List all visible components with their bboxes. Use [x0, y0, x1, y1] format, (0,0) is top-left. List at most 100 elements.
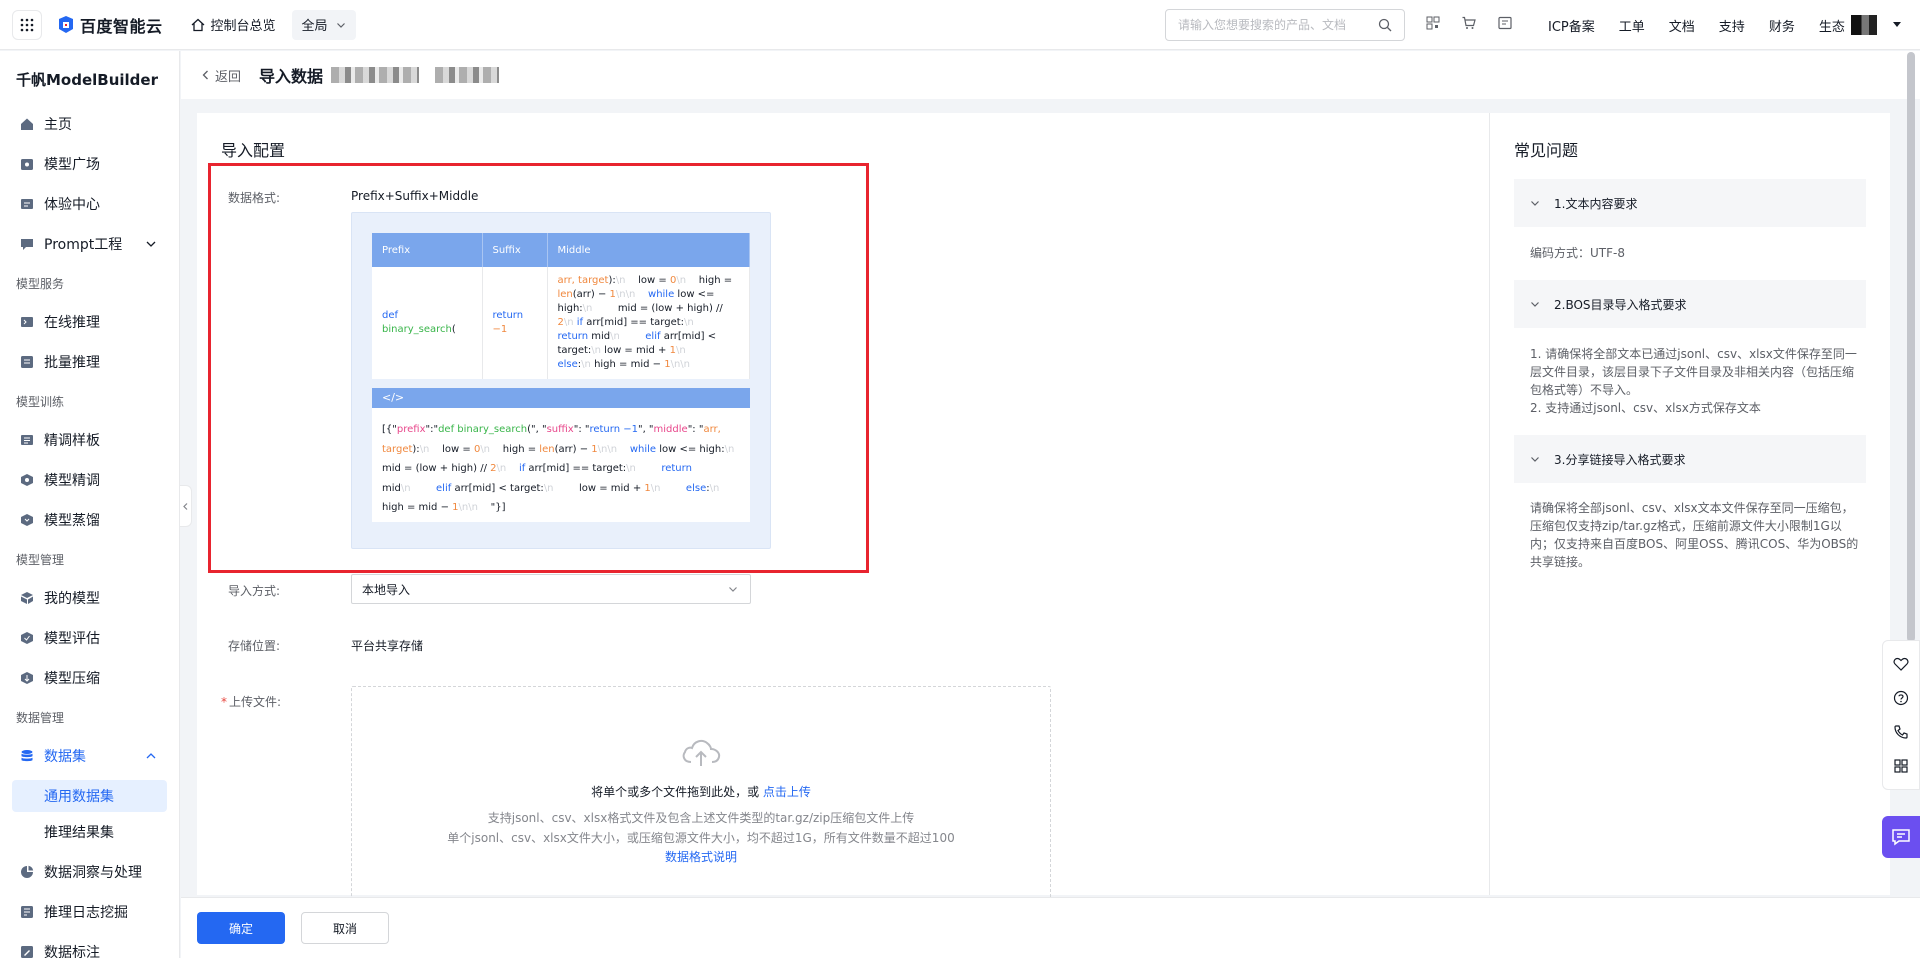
sidebar-group-service: 模型服务	[16, 276, 65, 291]
apps-icon[interactable]	[1893, 758, 1909, 774]
cancel-button[interactable]: 取消	[301, 912, 389, 944]
top-link-support[interactable]: 支持	[1719, 16, 1745, 35]
heart-icon[interactable]	[1893, 656, 1909, 672]
scrollbar-thumb[interactable]	[1907, 52, 1915, 642]
chevron-left-icon	[183, 502, 188, 510]
console-home-link[interactable]: 控制台总览	[191, 15, 276, 34]
log-mining-icon	[21, 906, 33, 918]
faq-answer-3: 请确保将全部jsonl、csv、xlsx文本文件保存至同一压缩包，压缩包仅支持z…	[1530, 501, 1859, 569]
region-select[interactable]: 全局	[291, 9, 356, 40]
top-link-ecosystem[interactable]: 生态	[1819, 16, 1845, 35]
sidebar-item-dataset[interactable]: 数据集	[0, 736, 179, 776]
click-upload-link[interactable]: 点击上传	[763, 785, 811, 799]
my-model-icon	[21, 592, 33, 604]
sidebar-item-label: 模型蒸馏	[44, 513, 100, 529]
top-link-finance[interactable]: 财务	[1769, 16, 1795, 35]
table-header-middle: Middle	[547, 233, 750, 267]
sidebar-item-label: 模型压缩	[44, 671, 100, 687]
faq-item-bos-format[interactable]: 2.BOS目录导入格式要求	[1514, 280, 1866, 328]
top-link-ticket[interactable]: 工单	[1619, 16, 1645, 35]
sidebar-item-compress[interactable]: 模型压缩	[0, 658, 179, 698]
compress-icon	[21, 672, 33, 684]
faq-answer-2-line-2: 2. 支持通过jsonl、csv、xlsx方式保存文本	[1530, 401, 1761, 415]
sidebar-item-home[interactable]: 主页	[0, 104, 179, 144]
batch-inference-icon	[21, 356, 33, 368]
faq-item-text-requirements[interactable]: 1.文本内容要求	[1514, 179, 1866, 227]
global-search[interactable]	[1165, 9, 1405, 41]
sidebar-item-label: 推理日志挖掘	[44, 905, 128, 921]
sidebar-subitem-general-dataset[interactable]: 通用数据集	[12, 780, 167, 812]
cart-icon[interactable]	[1461, 15, 1477, 31]
avatar[interactable]	[1851, 15, 1877, 35]
sidebar-subitem-inference-result[interactable]: 推理结果集	[12, 816, 167, 848]
home-icon	[21, 118, 33, 130]
data-format-doc-link[interactable]: 数据格式说明	[352, 848, 1050, 865]
qrcode-icon[interactable]	[1425, 15, 1441, 31]
sidebar-item-online-inference[interactable]: 在线推理	[0, 302, 179, 342]
sidebar-item-log-mining[interactable]: 推理日志挖掘	[0, 892, 179, 932]
phone-icon[interactable]	[1893, 724, 1909, 740]
chevron-up-icon	[146, 753, 156, 759]
search-icon[interactable]	[1378, 18, 1392, 32]
help-icon[interactable]	[1893, 690, 1909, 706]
search-input[interactable]	[1178, 18, 1378, 32]
template-icon	[21, 435, 33, 445]
message-icon[interactable]	[1497, 15, 1513, 31]
import-method-label: 导入方式:	[228, 584, 281, 598]
sidebar-item-insight[interactable]: 数据洞察与处理	[0, 852, 179, 892]
sidebar-item-my-model[interactable]: 我的模型	[0, 578, 179, 618]
top-link-docs[interactable]: 文档	[1669, 16, 1695, 35]
format-example-table: Prefix Suffix Middle def binary_search( …	[372, 233, 750, 379]
sidebar-group-training: 模型训练	[16, 394, 65, 409]
sidebar-item-label: 模型精调	[44, 473, 100, 489]
sidebar-collapse-handle[interactable]	[180, 485, 192, 527]
sidebar-item-template[interactable]: 精调样板	[0, 420, 179, 460]
experience-icon	[21, 199, 33, 209]
upload-file-label-text: 上传文件:	[229, 695, 282, 709]
import-method-value: 本地导入	[362, 582, 411, 597]
sidebar-item-annotation[interactable]: 数据标注	[0, 932, 179, 958]
code-example-body: [{"prefix":"def binary_search(", "suffix…	[372, 408, 750, 522]
sidebar-item-prompt[interactable]: Prompt工程	[0, 224, 179, 264]
chevron-left-icon	[202, 70, 208, 80]
baidu-cloud-logo[interactable]: 百度智能云	[56, 13, 163, 37]
sidebar-item-experience[interactable]: 体验中心	[0, 184, 179, 224]
sidebar-item-label: 体验中心	[44, 197, 100, 213]
annotation-icon	[21, 946, 33, 958]
sidebar-item-model-square[interactable]: 模型广场	[0, 144, 179, 184]
sidebar-item-label: 数据洞察与处理	[44, 865, 142, 881]
upload-instruction: 将单个或多个文件拖到此处，或 点击上传	[352, 783, 1050, 800]
sidebar-item-finetune[interactable]: 模型精调	[0, 460, 179, 500]
top-icon-group	[1425, 15, 1513, 31]
chevron-down-icon	[1531, 457, 1539, 462]
sidebar-item-evaluate[interactable]: 模型评估	[0, 618, 179, 658]
sidebar-item-label: 数据标注	[44, 945, 100, 958]
back-button[interactable]: 返回	[201, 66, 241, 85]
confirm-button[interactable]: 确定	[197, 912, 285, 944]
region-value: 全局	[301, 19, 328, 34]
sidebar-item-batch-inference[interactable]: 批量推理	[0, 342, 179, 382]
sidebar-item-label: 数据集	[44, 749, 86, 765]
file-upload-dropzone[interactable]: 将单个或多个文件拖到此处，或 点击上传 支持jsonl、csv、xlsx格式文件…	[351, 686, 1051, 906]
panel-divider	[1489, 113, 1490, 895]
faq-item-share-link-format[interactable]: 3.分享链接导入格式要求	[1514, 435, 1866, 483]
sidebar-item-label: 主页	[44, 117, 72, 133]
top-link-icp[interactable]: ICP备案	[1548, 16, 1595, 35]
chevron-down-icon	[1531, 201, 1539, 206]
apps-grid-button[interactable]	[12, 9, 42, 40]
sidebar-item-label: 模型广场	[44, 157, 100, 173]
faq-question-3: 3.分享链接导入格式要求	[1554, 452, 1686, 467]
sidebar-item-distill[interactable]: 模型蒸馏	[0, 500, 179, 540]
faq-question-2: 2.BOS目录导入格式要求	[1554, 297, 1687, 312]
faq-title: 常见问题	[1514, 141, 1579, 160]
sidebar: 千帆ModelBuilder 主页 模型广场 体验中心 Prompt工程 模型服…	[0, 51, 180, 958]
import-method-select[interactable]: 本地导入	[351, 574, 751, 604]
finetune-icon	[21, 474, 33, 486]
model-square-icon	[21, 159, 33, 170]
chat-assistant-button[interactable]	[1882, 816, 1920, 858]
data-format-example: Prefix Suffix Middle def binary_search( …	[351, 212, 771, 549]
caret-down-icon[interactable]	[1893, 20, 1901, 28]
upload-main-text: 将单个或多个文件拖到此处，或	[591, 785, 760, 799]
sidebar-item-label: 在线推理	[44, 315, 100, 331]
sidebar-group-manage: 模型管理	[16, 552, 65, 567]
